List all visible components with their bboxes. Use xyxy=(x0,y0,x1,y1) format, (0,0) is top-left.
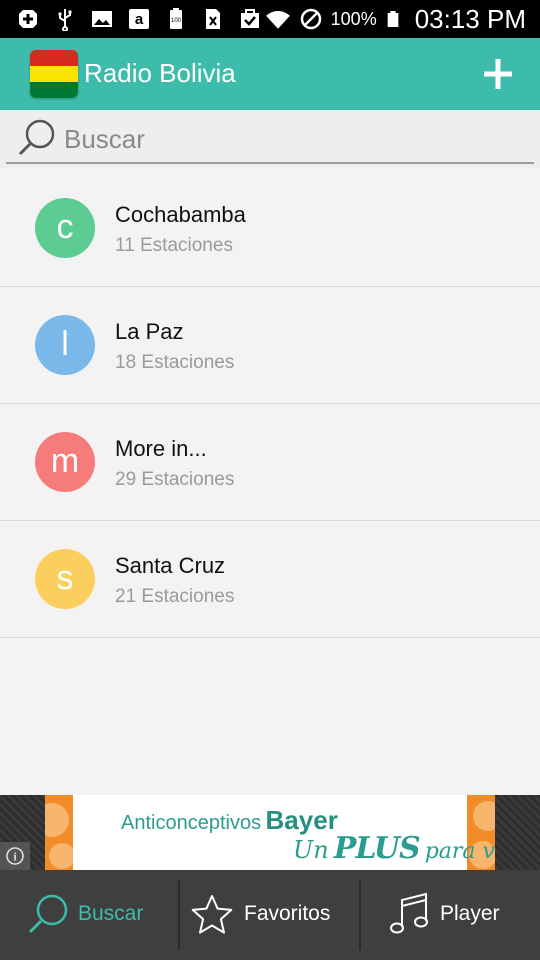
tab-player[interactable]: Player xyxy=(361,870,540,960)
ad-decoration xyxy=(473,801,495,831)
sim-icon xyxy=(206,9,220,29)
list-item-title: More in... xyxy=(115,436,207,461)
amazon-icon: a xyxy=(129,9,149,29)
list-item-la-paz[interactable]: l La Paz 18 Estaciones xyxy=(0,287,540,404)
add-button[interactable] xyxy=(478,56,518,92)
ad-text: Anticonceptivos xyxy=(121,812,262,834)
bottom-navigation: Buscar Favoritos Player xyxy=(0,870,540,960)
battery-percent: 100% xyxy=(330,8,377,29)
list-item-subtitle: 18 Estaciones xyxy=(115,352,235,373)
avatar: m xyxy=(35,432,95,492)
search-underline xyxy=(6,162,534,164)
battery-saver-icon: 100 xyxy=(170,8,182,29)
tab-label: Favoritos xyxy=(244,902,331,925)
clock: 03:13 PM xyxy=(414,3,526,34)
svg-text:a: a xyxy=(135,11,144,28)
app-bar: Radio Bolivia xyxy=(0,38,540,110)
list-item-title: La Paz xyxy=(115,319,184,344)
list-item-cochabamba[interactable]: c Cochabamba 11 Estaciones xyxy=(0,170,540,287)
battery-icon xyxy=(387,11,399,27)
notification-icons: a 100 xyxy=(16,5,262,33)
list-item-subtitle: 11 Estaciones xyxy=(115,235,233,256)
ad-content[interactable]: Anticonceptivos Bayer Un PLUS para vos. xyxy=(45,795,495,870)
city-list: c Cochabamba 11 Estaciones l La Paz 18 E… xyxy=(0,170,540,638)
clipboard-check-icon xyxy=(241,9,259,28)
plus-icon xyxy=(484,59,512,89)
avatar: l xyxy=(35,315,95,375)
search-input[interactable] xyxy=(62,120,526,158)
tab-label: Buscar xyxy=(78,902,144,925)
status-bar: a 100 100% 03:13 PM xyxy=(0,0,540,38)
music-note-icon xyxy=(390,892,428,934)
plus-box-icon xyxy=(19,10,37,28)
bolivia-flag-icon xyxy=(30,50,78,98)
no-sound-icon xyxy=(300,8,321,30)
search-icon xyxy=(28,894,68,934)
app-title: Radio Bolivia xyxy=(84,58,236,88)
info-icon: i xyxy=(6,847,24,865)
list-item-title: Cochabamba xyxy=(115,202,246,227)
ad-text: PLUS xyxy=(333,831,421,866)
svg-text:i: i xyxy=(13,850,17,864)
search-bar xyxy=(0,110,540,168)
search-icon xyxy=(18,119,55,156)
tab-buscar[interactable]: Buscar xyxy=(0,870,178,960)
wifi-icon xyxy=(265,11,290,29)
star-icon xyxy=(191,895,233,934)
ad-text: para vos. xyxy=(424,839,495,864)
list-item-more[interactable]: m More in... 29 Estaciones xyxy=(0,404,540,521)
ad-text: Un xyxy=(293,836,329,864)
ad-decoration xyxy=(49,843,75,869)
ad-panel: Anticonceptivos Bayer Un PLUS para vos. xyxy=(73,795,495,870)
tab-label: Player xyxy=(440,902,500,925)
list-item-subtitle: 29 Estaciones xyxy=(115,469,235,490)
system-indicators: 100% 03:13 PM xyxy=(265,0,526,38)
usb-icon xyxy=(58,9,72,31)
svg-text:100: 100 xyxy=(171,18,182,24)
list-item-santa-cruz[interactable]: s Santa Cruz 21 Estaciones xyxy=(0,521,540,638)
image-icon xyxy=(92,11,112,27)
avatar: c xyxy=(35,198,95,258)
list-item-title: Santa Cruz xyxy=(115,553,226,578)
ad-slogan: Un PLUS para vos. xyxy=(293,831,495,866)
avatar: s xyxy=(35,549,95,609)
tab-favoritos[interactable]: Favoritos xyxy=(180,870,360,960)
ad-banner: Anticonceptivos Bayer Un PLUS para vos. … xyxy=(0,795,540,870)
list-item-subtitle: 21 Estaciones xyxy=(115,586,235,607)
ad-decoration xyxy=(45,803,69,837)
ad-info-button[interactable]: i xyxy=(0,842,30,870)
